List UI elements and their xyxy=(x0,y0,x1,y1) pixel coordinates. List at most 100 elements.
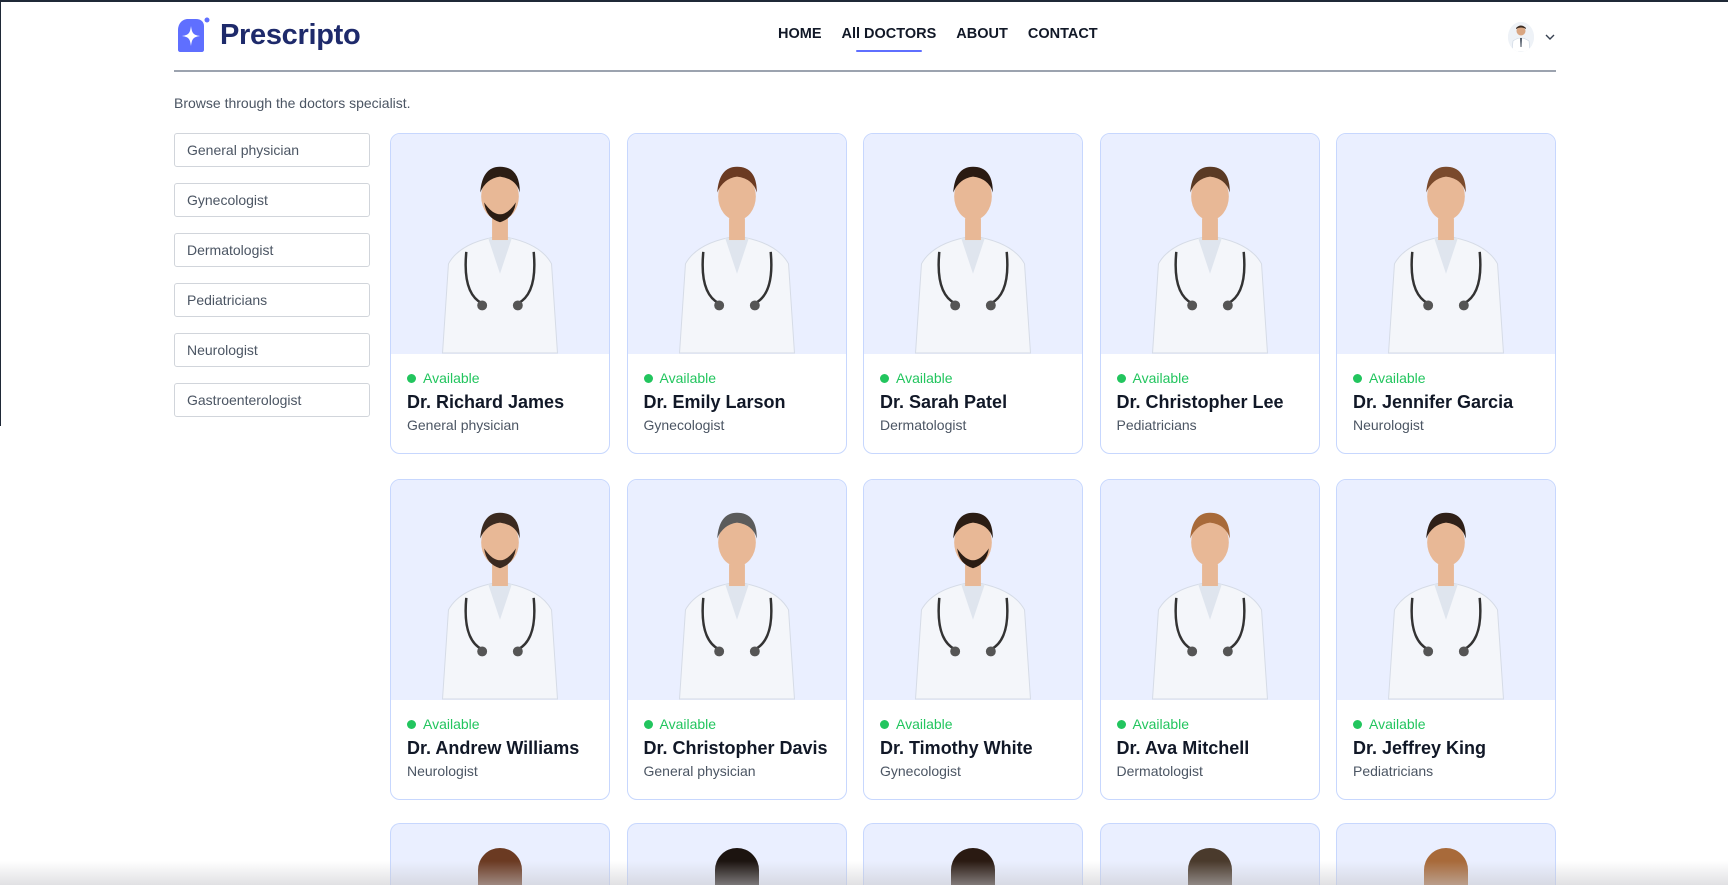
status-dot-icon xyxy=(1116,373,1126,383)
doctor-card[interactable]: Available Dr. Sarah Patel Dermatologist xyxy=(863,133,1083,454)
nav-all-doctors[interactable]: All DOCTORS xyxy=(842,26,936,52)
status-label: Available xyxy=(1132,370,1190,386)
doctor-portrait-icon xyxy=(1151,512,1268,700)
availability-status: Available xyxy=(643,370,830,386)
status-label: Available xyxy=(896,370,953,386)
doctor-card[interactable]: Available Dr. Christopher Davis General … xyxy=(626,479,847,800)
availability-status: Available xyxy=(1116,716,1303,732)
availability-status: Available xyxy=(880,370,1066,386)
doctor-info: Available Dr. Andrew Williams Neurologis… xyxy=(391,700,609,779)
doctor-speciality: Gynecologist xyxy=(643,417,725,433)
doctor-photo xyxy=(391,480,609,700)
brand[interactable]: Prescripto xyxy=(174,16,361,54)
main-nav: HOME All DOCTORS ABOUT CONTACT xyxy=(778,26,1098,52)
doctor-info: Available Dr. Christopher Davis General … xyxy=(628,700,846,779)
doctor-info: Available Dr. Sarah Patel Dermatologist xyxy=(864,354,1082,433)
status-dot-icon xyxy=(1353,719,1362,729)
nav-home[interactable]: HOME xyxy=(778,26,822,46)
window-left-edge xyxy=(0,0,1,426)
status-dot-icon xyxy=(407,373,416,383)
doctor-portrait-icon xyxy=(1387,166,1505,354)
doctor-name: Dr. Andrew Williams xyxy=(407,738,580,758)
status-label: Available xyxy=(423,716,480,732)
doctor-portrait-icon xyxy=(1151,166,1268,354)
doctor-portrait-icon xyxy=(678,166,795,354)
doctor-card[interactable]: Available Dr. Andrew Williams Neurologis… xyxy=(390,479,610,800)
doctor-speciality: Neurologist xyxy=(407,763,478,779)
doctor-photo xyxy=(1100,134,1319,354)
doctor-photo xyxy=(627,134,846,354)
availability-status: Available xyxy=(407,716,593,732)
doctor-card[interactable]: Available Dr. Ava Mitchell Dermatologist xyxy=(1099,479,1320,800)
status-dot-icon xyxy=(1353,373,1362,383)
nav-contact[interactable]: CONTACT xyxy=(1028,26,1098,46)
availability-status: Available xyxy=(407,370,593,386)
doctor-photo xyxy=(1337,134,1555,354)
doctor-portrait-icon xyxy=(441,166,559,354)
doctor-card[interactable]: Available Dr. Timothy White Gynecologist xyxy=(863,479,1083,800)
doctor-info: Available Dr. Christopher Lee Pediatrici… xyxy=(1101,354,1319,433)
status-dot-icon xyxy=(643,719,653,729)
availability-status: Available xyxy=(1353,716,1539,732)
filter-neurologist[interactable]: Neurologist xyxy=(174,333,370,367)
avatar xyxy=(1508,22,1534,52)
doctor-portrait-icon xyxy=(678,512,795,700)
doctor-speciality: Dermatologist xyxy=(880,417,967,433)
doctor-name: Dr. Sarah Patel xyxy=(880,392,1008,412)
doctor-card[interactable]: Available Dr. Christopher Lee Pediatrici… xyxy=(1099,133,1320,454)
status-label: Available xyxy=(423,370,480,386)
doctor-card[interactable]: Available Dr. Jennifer Garcia Neurologis… xyxy=(1336,133,1556,454)
window-bottom-shadow xyxy=(0,861,1728,885)
status-label: Available xyxy=(1132,716,1190,732)
availability-status: Available xyxy=(1353,370,1539,386)
status-dot-icon xyxy=(880,719,889,729)
speciality-filters: General physician Gynecologist Dermatolo… xyxy=(174,133,370,417)
doctor-portrait-icon xyxy=(1387,512,1505,700)
doctor-photo xyxy=(864,480,1082,700)
doctor-speciality: General physician xyxy=(643,763,756,779)
doctor-portrait-icon xyxy=(441,512,559,700)
page-subtitle: Browse through the doctors specialist. xyxy=(174,95,411,111)
status-label: Available xyxy=(1369,370,1426,386)
doctor-speciality: General physician xyxy=(407,417,520,433)
doctor-info: Available Dr. Timothy White Gynecologist xyxy=(864,700,1082,779)
status-label: Available xyxy=(1369,716,1426,732)
doctor-card[interactable]: Available Dr. Richard James General phys… xyxy=(390,133,610,454)
doctor-speciality: Pediatricians xyxy=(1116,417,1197,433)
doctor-card[interactable]: Available Dr. Emily Larson Gynecologist xyxy=(626,133,847,454)
filter-pediatricians[interactable]: Pediatricians xyxy=(174,283,370,317)
navbar: Prescripto HOME All DOCTORS ABOUT CONTAC… xyxy=(174,0,1556,72)
doctor-photo xyxy=(627,480,846,700)
doctor-card[interactable]: Available Dr. Jeffrey King Pediatricians xyxy=(1336,479,1556,800)
status-dot-icon xyxy=(1116,719,1126,729)
doctor-photo xyxy=(1337,480,1555,700)
doctor-name: Dr. Jennifer Garcia xyxy=(1353,392,1514,412)
filter-gastroenterologist[interactable]: Gastroenterologist xyxy=(174,383,370,417)
doctor-speciality: Gynecologist xyxy=(880,763,961,779)
doctor-photo xyxy=(864,134,1082,354)
doctor-info: Available Dr. Ava Mitchell Dermatologist xyxy=(1101,700,1319,779)
doctor-info: Available Dr. Emily Larson Gynecologist xyxy=(628,354,846,433)
filter-dermatologist[interactable]: Dermatologist xyxy=(174,233,370,267)
filter-general-physician[interactable]: General physician xyxy=(174,133,370,167)
doctor-grid: Available Dr. Richard James General phys… xyxy=(390,133,1556,800)
doctor-avatar-icon xyxy=(1508,22,1534,52)
status-label: Available xyxy=(659,716,717,732)
doctor-portrait-icon xyxy=(914,166,1032,354)
doctor-info: Available Dr. Jennifer Garcia Neurologis… xyxy=(1337,354,1555,433)
status-label: Available xyxy=(659,370,717,386)
doctor-speciality: Pediatricians xyxy=(1353,763,1434,779)
doctor-photo xyxy=(391,134,609,354)
doctor-name: Dr. Jeffrey King xyxy=(1353,738,1487,758)
doctor-name: Dr. Ava Mitchell xyxy=(1116,738,1250,758)
brand-name: Prescripto xyxy=(220,18,361,51)
profile-menu[interactable] xyxy=(1508,22,1556,52)
doctor-name: Dr. Christopher Davis xyxy=(643,738,828,758)
doctor-name: Dr. Richard James xyxy=(407,392,565,412)
doctor-photo xyxy=(1100,480,1319,700)
doctor-info: Available Dr. Richard James General phys… xyxy=(391,354,609,433)
prescripto-logo-icon xyxy=(178,17,210,52)
nav-about[interactable]: ABOUT xyxy=(956,26,1008,46)
doctor-speciality: Neurologist xyxy=(1353,417,1424,433)
filter-gynecologist[interactable]: Gynecologist xyxy=(174,183,370,217)
